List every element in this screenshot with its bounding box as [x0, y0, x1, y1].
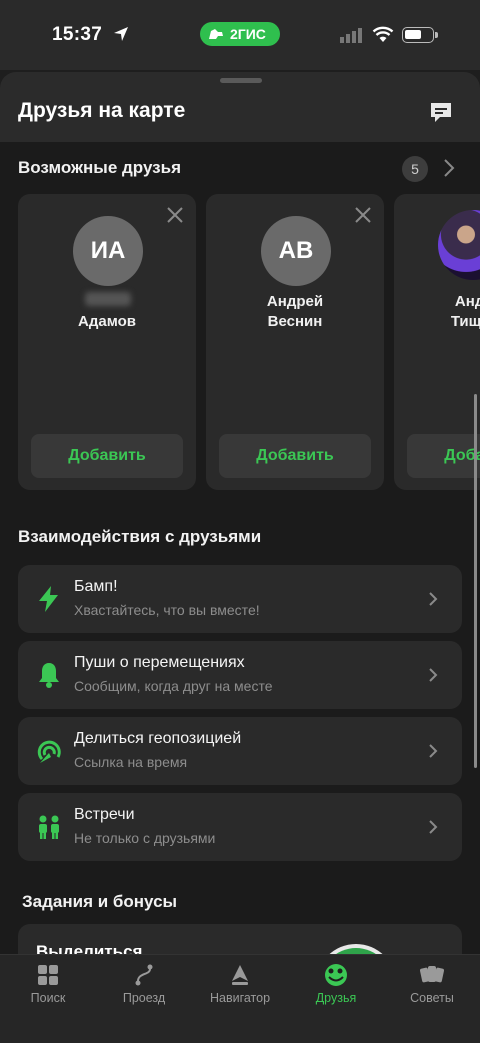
chevron-right-icon[interactable] — [443, 158, 455, 178]
row-subtitle: Сообщим, когда друг на месте — [74, 678, 273, 694]
battery-icon — [402, 27, 438, 43]
app-return-badge[interactable]: 2ГИС — [200, 22, 280, 46]
close-icon[interactable] — [354, 206, 372, 224]
tab-navigator[interactable]: Навигатор — [192, 963, 288, 1005]
friend-first-name: Андрей — [266, 293, 324, 310]
friend-last-name: Тищенко — [450, 313, 480, 330]
friend-card[interactable]: Андрей Тищенко Добавить — [394, 194, 480, 490]
grid-icon — [38, 965, 58, 985]
friend-first-name: Андрей — [454, 293, 480, 310]
possible-friends-count: 5 — [402, 156, 428, 182]
chevron-right-icon — [429, 820, 438, 834]
friend-last-name: Веснин — [267, 313, 323, 330]
blurred-first-name — [85, 292, 131, 306]
friend-name: Адамов — [78, 313, 136, 330]
location-arrow-icon — [114, 27, 128, 41]
tab-route[interactable]: Проезд — [96, 963, 192, 1005]
cards-icon — [420, 966, 444, 983]
chat-icon[interactable] — [428, 100, 454, 126]
row-title: Бамп! — [74, 578, 118, 595]
bell-icon — [39, 663, 59, 688]
row-subtitle: Хвастайтесь, что вы вместе! — [74, 602, 260, 618]
tab-search[interactable]: Поиск — [0, 963, 96, 1005]
navigator-icon — [232, 965, 248, 985]
add-friend-button[interactable]: Добавить — [31, 434, 183, 478]
avatar: АВ — [261, 216, 331, 286]
page-title: Друзья на карте — [18, 99, 186, 122]
row-subtitle: Не только с друзьями — [74, 830, 216, 846]
route-icon — [135, 964, 153, 986]
tasks-title: Задания и бонусы — [22, 892, 178, 911]
cellular-signal-icon — [340, 28, 362, 43]
interaction-share-location[interactable]: Делиться геопозицией Ссылка на время — [18, 717, 462, 785]
row-title: Делиться геопозицией — [74, 730, 242, 747]
interaction-push[interactable]: Пуши о перемещениях Сообщим, когда друг … — [18, 641, 462, 709]
tab-tips[interactable]: Советы — [384, 963, 480, 1005]
row-title: Пуши о перемещениях — [74, 654, 245, 671]
sheet-grabber[interactable] — [220, 78, 262, 83]
chevron-right-icon — [429, 592, 438, 606]
tab-label: Проезд — [122, 991, 166, 1005]
chevron-right-icon — [429, 668, 438, 682]
tab-friends[interactable]: Друзья — [288, 963, 384, 1005]
status-time: 15:37 — [52, 24, 103, 45]
tab-label: Советы — [410, 991, 454, 1005]
friend-card[interactable]: АВ Андрей Веснин Добавить — [206, 194, 384, 490]
add-friend-button[interactable]: Добавить — [219, 434, 371, 478]
app-badge-label: 2ГИС — [230, 26, 266, 42]
row-subtitle: Ссылка на время — [74, 754, 188, 770]
avatar: ИА — [73, 216, 143, 286]
tab-bar: Поиск Проезд Навигатор Друзья Советы — [0, 954, 480, 1043]
chevron-right-icon — [429, 744, 438, 758]
tab-label: Поиск — [30, 991, 66, 1005]
interactions-title: Взаимодействия с друзьями — [18, 527, 262, 546]
friends-sheet: Друзья на карте Возможные друзья 5 ИА Ад… — [0, 72, 480, 1043]
add-friend-button[interactable]: Добавить — [407, 434, 480, 478]
status-bar: 15:37 2ГИС — [0, 0, 480, 70]
interaction-bump[interactable]: Бамп! Хвастайтесь, что вы вместе! — [18, 565, 462, 633]
dog-logo-icon — [209, 29, 223, 39]
people-icon — [39, 815, 59, 839]
close-icon[interactable] — [166, 206, 184, 224]
scrollbar[interactable] — [474, 394, 477, 768]
bolt-icon — [39, 586, 58, 612]
tab-label: Навигатор — [209, 991, 271, 1005]
friend-card[interactable]: ИА Адамов Добавить — [18, 194, 196, 490]
interaction-meetings[interactable]: Встречи Не только с друзьями — [18, 793, 462, 861]
friends-icon — [325, 964, 347, 986]
avatar-photo — [438, 210, 480, 280]
sheet-header: Друзья на карте — [0, 72, 480, 142]
wifi-icon — [372, 26, 394, 42]
tab-label: Друзья — [315, 991, 357, 1005]
possible-friends-title: Возможные друзья — [18, 158, 181, 177]
share-location-icon — [37, 740, 61, 763]
row-title: Встречи — [74, 806, 135, 823]
